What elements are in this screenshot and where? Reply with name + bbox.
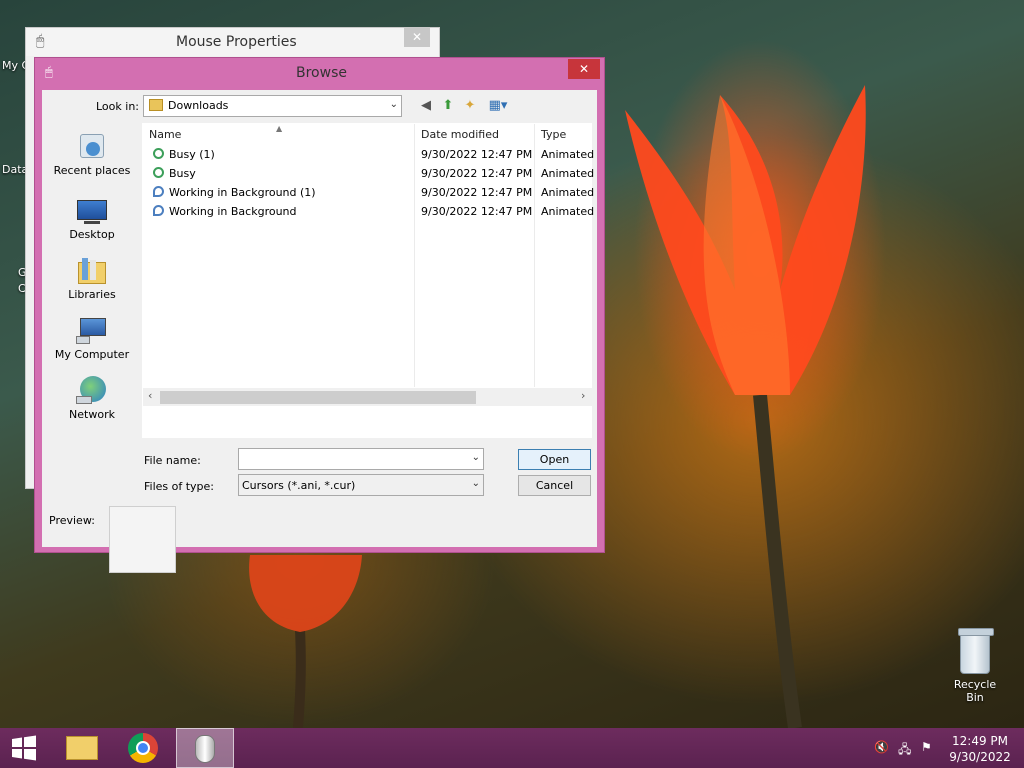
files-of-type-dropdown[interactable]: Cursors (*.ani, *.cur) ⌄	[238, 474, 484, 496]
file-date: 9/30/2022 12:47 PM	[421, 167, 533, 180]
column-header-name[interactable]: Name	[149, 128, 181, 141]
file-type: Animated	[541, 167, 595, 180]
place-my-computer[interactable]: My Computer	[47, 316, 137, 361]
scrollbar-thumb[interactable]	[160, 391, 476, 404]
file-row[interactable]: Working in Background (1) 9/30/2022 12:4…	[143, 184, 595, 203]
column-header-date[interactable]: Date modified	[421, 128, 499, 141]
clock-time: 12:49 PM	[952, 734, 1008, 748]
file-name: Busy	[169, 167, 196, 180]
open-button[interactable]: Open	[518, 449, 591, 470]
action-center-flag-icon[interactable]: ⚑	[921, 740, 932, 768]
mouse-properties-titlebar[interactable]: 🖱 Mouse Properties ✕	[26, 28, 439, 56]
look-in-label: Look in:	[96, 100, 139, 113]
close-button[interactable]: ✕	[568, 59, 600, 79]
recent-places-icon	[76, 132, 108, 162]
file-name-label: File name:	[144, 454, 201, 467]
volume-muted-icon[interactable]: 🔇	[874, 740, 889, 768]
file-date: 9/30/2022 12:47 PM	[421, 205, 533, 218]
place-label: Desktop	[69, 228, 115, 241]
preview-box	[109, 506, 176, 573]
place-network[interactable]: Network	[47, 376, 137, 421]
downloads-folder-icon	[149, 99, 163, 111]
file-row[interactable]: Working in Background 9/30/2022 12:47 PM…	[143, 203, 595, 222]
mouse-icon	[195, 735, 215, 763]
file-name-input[interactable]: ⌄	[238, 448, 484, 470]
recycle-bin-label: Recycle Bin	[953, 678, 997, 704]
file-row[interactable]: Busy 9/30/2022 12:47 PM Animated	[143, 165, 595, 184]
place-label: My Computer	[54, 348, 130, 361]
working-cursor-icon	[153, 186, 164, 197]
column-header-type[interactable]: Type	[541, 128, 566, 141]
file-name: Busy (1)	[169, 148, 215, 161]
file-type: Animated	[541, 205, 595, 218]
files-of-type-value: Cursors (*.ani, *.cur)	[242, 479, 356, 492]
view-menu-icon[interactable]: ▦▾	[485, 97, 511, 115]
scroll-left-icon[interactable]: ‹	[148, 389, 152, 402]
file-date: 9/30/2022 12:47 PM	[421, 186, 533, 199]
working-cursor-icon	[153, 205, 164, 216]
chevron-down-icon: ⌄	[389, 99, 398, 110]
mouse-icon: 🖱	[45, 65, 53, 80]
start-button[interactable]	[0, 728, 48, 768]
cancel-button[interactable]: Cancel	[518, 475, 591, 496]
mouse-properties-taskbar-button[interactable]	[176, 728, 234, 768]
file-name: Working in Background (1)	[169, 186, 316, 199]
clock-date: 9/30/2022	[949, 750, 1011, 764]
look-in-value: Downloads	[168, 99, 229, 112]
sort-ascending-icon: ▲	[276, 124, 283, 133]
browse-body: Look in: Downloads ⌄ ◀ ⬆ ✦ ▦▾ Recent pla…	[42, 90, 597, 573]
recycle-bin-icon	[958, 628, 994, 674]
dialog-title: Browse	[296, 65, 347, 81]
file-row[interactable]: Busy (1) 9/30/2022 12:47 PM Animated	[143, 146, 595, 165]
browse-dialog: 🖱 Browse ✕ Look in: Downloads ⌄ ◀ ⬆ ✦ ▦▾…	[34, 57, 605, 573]
place-desktop[interactable]: Desktop	[47, 196, 137, 241]
window-title: Mouse Properties	[176, 34, 297, 50]
start-icon	[12, 735, 36, 761]
chevron-down-icon: ⌄	[471, 478, 480, 489]
computer-icon	[76, 316, 108, 346]
up-folder-icon[interactable]: ⬆	[439, 97, 457, 115]
chrome-icon	[128, 733, 158, 763]
busy-cursor-icon	[153, 148, 164, 159]
file-explorer-button[interactable]	[56, 728, 112, 768]
chevron-down-icon[interactable]: ⌄	[472, 452, 480, 463]
back-icon[interactable]: ◀	[417, 97, 435, 115]
mouse-icon: 🖱	[36, 33, 45, 49]
preview-label: Preview:	[49, 514, 95, 527]
files-of-type-label: Files of type:	[144, 480, 215, 493]
browse-titlebar[interactable]: 🖱 Browse ✕	[35, 58, 604, 90]
place-recent-places[interactable]: Recent places	[47, 132, 137, 177]
taskbar: 🔇 🖧 ⚑ 12:49 PM 9/30/2022	[0, 728, 1024, 768]
file-type: Animated	[541, 186, 595, 199]
desktop-icon	[76, 196, 108, 226]
recycle-bin[interactable]: Recycle Bin	[944, 628, 1006, 704]
new-folder-icon[interactable]: ✦	[461, 97, 479, 115]
scroll-right-icon[interactable]: ›	[581, 389, 585, 402]
file-date: 9/30/2022 12:47 PM	[421, 148, 533, 161]
busy-cursor-icon	[153, 167, 164, 178]
network-icon[interactable]: 🖧	[898, 740, 911, 768]
chrome-button[interactable]	[115, 728, 171, 768]
file-list[interactable]: ▲ Name Date modified Type Busy (1) 9/30/…	[142, 123, 595, 438]
place-libraries[interactable]: Libraries	[47, 256, 137, 301]
place-label: Recent places	[53, 164, 131, 177]
look-in-dropdown[interactable]: Downloads ⌄	[143, 95, 402, 117]
file-explorer-icon	[66, 736, 98, 760]
place-label: Libraries	[68, 288, 116, 301]
file-type: Animated	[541, 148, 595, 161]
network-icon	[76, 376, 108, 406]
libraries-icon	[76, 256, 108, 286]
close-button[interactable]: ✕	[404, 28, 430, 47]
clock[interactable]: 12:49 PM 9/30/2022	[940, 733, 1020, 765]
place-label: Network	[69, 408, 115, 421]
horizontal-scrollbar[interactable]: ‹ ›	[143, 388, 593, 406]
file-name: Working in Background	[169, 205, 297, 218]
